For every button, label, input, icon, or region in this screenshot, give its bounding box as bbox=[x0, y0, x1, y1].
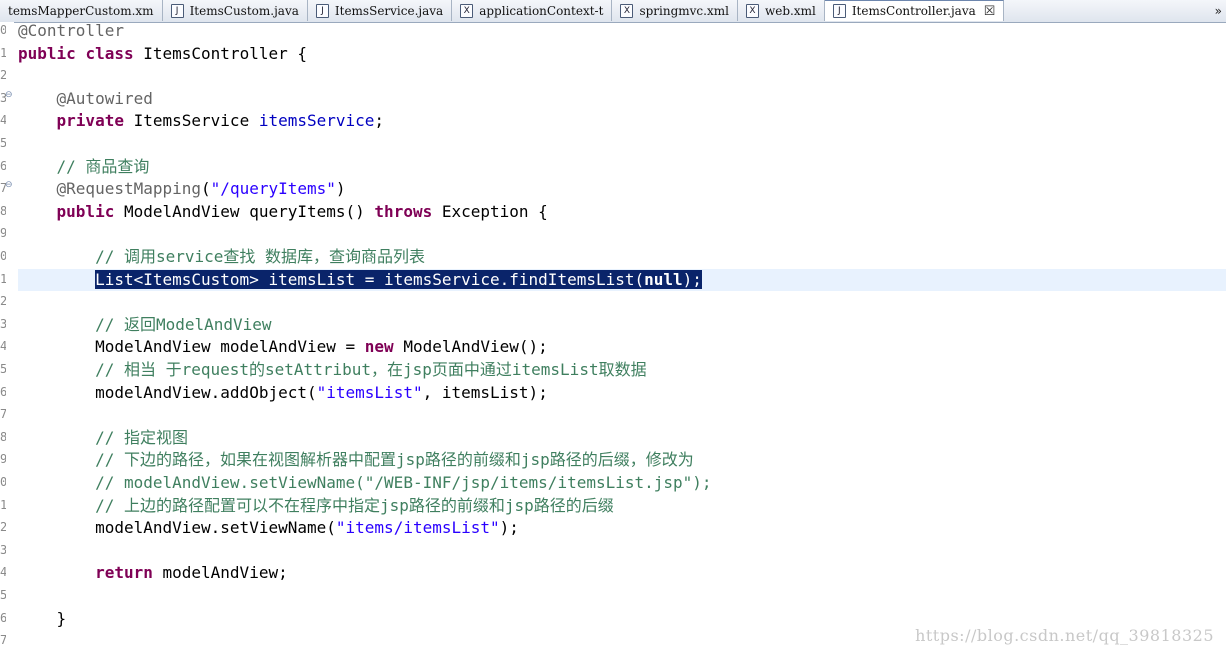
line-number-gutter: 0 1 2 3 4 5 6 7 8 9 0 1 2 3 4 5 6 7 8 9 … bbox=[0, 22, 14, 655]
close-tab-icon[interactable]: ☒ bbox=[984, 4, 996, 19]
line-number: 1 bbox=[0, 497, 6, 512]
line-number: 8 bbox=[0, 429, 6, 444]
code-line: // 相当 于request的setAttribut，在jsp页面中通过item… bbox=[95, 360, 647, 379]
tab-items-custom-java[interactable]: J ItemsCustom.java bbox=[163, 0, 308, 21]
tab-label: ItemsService.java bbox=[334, 3, 444, 18]
line-number: 5 bbox=[0, 362, 6, 376]
line-number: 0 bbox=[0, 23, 6, 37]
tab-items-service-java[interactable]: J ItemsService.java bbox=[308, 0, 453, 21]
line-number: 4 bbox=[0, 339, 6, 354]
tab-web-xml[interactable]: Xweb.xml bbox=[738, 0, 825, 21]
tab-label: springmvc.xml bbox=[639, 3, 729, 18]
fold-collapse-icon[interactable]: ⊖ bbox=[5, 90, 13, 100]
tab-overflow-chevron-icon[interactable]: » bbox=[1211, 4, 1226, 18]
line-number: 7 bbox=[0, 633, 6, 648]
code-line: // 返回ModelAndView bbox=[95, 314, 272, 334]
line-number: 9 bbox=[0, 226, 6, 241]
code-line: // 调用service查找 数据库，查询商品列表 bbox=[95, 247, 426, 266]
line-number: 1 bbox=[0, 45, 6, 60]
java-file-icon: J bbox=[315, 3, 329, 18]
xml-file-icon: X bbox=[460, 3, 474, 18]
line-number: 6 bbox=[0, 610, 6, 625]
tab-label: applicationContext-t bbox=[479, 3, 604, 18]
line-number: 4 bbox=[0, 113, 6, 128]
line-number: 5 bbox=[0, 588, 6, 602]
line-number: 8 bbox=[0, 203, 6, 218]
code-line: public ModelAndView queryItems() throws … bbox=[56, 201, 548, 221]
fold-collapse-icon[interactable]: ⊖ bbox=[5, 180, 13, 190]
line-number: 3 bbox=[0, 542, 6, 557]
tab-springmvc-xml[interactable]: Xspringmvc.xml bbox=[612, 0, 738, 21]
tab-label: ItemsCustom.java bbox=[189, 3, 299, 18]
code-line: @RequestMapping("/queryItems") bbox=[56, 179, 346, 199]
code-line: } bbox=[56, 608, 67, 628]
code-line: @Autowired bbox=[56, 88, 153, 108]
code-line: private ItemsService itemsService; bbox=[56, 111, 385, 131]
code-line: // modelAndView.setViewName("/WEB-INF/js… bbox=[95, 473, 712, 492]
code-line: // 指定视图 bbox=[95, 427, 188, 447]
tab-items-mapper-custom-xml[interactable]: temsMapperCustom.xm bbox=[0, 0, 163, 21]
code-line: modelAndView.setViewName("items/itemsLis… bbox=[95, 518, 519, 538]
tab-application-context[interactable]: XapplicationContext-t bbox=[452, 0, 613, 21]
code-line: return modelAndView; bbox=[95, 563, 288, 583]
tab-label: ItemsController.java bbox=[851, 4, 976, 18]
line-number: 2 bbox=[0, 68, 6, 83]
line-number: 5 bbox=[0, 136, 6, 150]
java-file-icon: J bbox=[170, 3, 184, 18]
selected-text: List<ItemsCustom> itemsList = itemsServi… bbox=[95, 269, 702, 289]
code-editor[interactable]: 0 1 2 3 4 5 6 7 8 9 0 1 2 3 4 5 6 7 8 9 … bbox=[0, 21, 1226, 655]
line-number: 6 bbox=[0, 384, 6, 399]
tab-items-controller-java[interactable]: J ItemsController.java ☒ bbox=[824, 0, 1005, 21]
line-number: 3 bbox=[0, 316, 6, 331]
line-number: 4 bbox=[0, 565, 6, 580]
code-line: ModelAndView modelAndView = new ModelAnd… bbox=[95, 337, 548, 357]
code-line-current: List<ItemsCustom> itemsList = itemsServi… bbox=[18, 268, 1226, 292]
tab-label: temsMapperCustom.xm bbox=[8, 3, 154, 18]
watermark: https://blog.csdn.net/qq_39818325 bbox=[915, 626, 1214, 645]
editor-tab-bar: temsMapperCustom.xm J ItemsCustom.java JI… bbox=[0, 0, 1226, 23]
xml-file-icon: X bbox=[620, 3, 634, 18]
code-line: // 上边的路径配置可以不在程序中指定jsp路径的前缀和jsp路径的后缀 bbox=[95, 495, 614, 515]
code-line: modelAndView.addObject("itemsList", item… bbox=[95, 382, 548, 402]
xml-file-icon: X bbox=[745, 3, 759, 18]
code-line: @Controller bbox=[18, 21, 124, 40]
line-number: 9 bbox=[0, 452, 6, 467]
line-number: 0 bbox=[0, 475, 6, 489]
line-number: 2 bbox=[0, 520, 6, 535]
line-number: 0 bbox=[0, 249, 6, 263]
code-line: public class ItemsController { bbox=[18, 43, 307, 63]
line-number: 6 bbox=[0, 158, 6, 173]
code-line: // 下边的路径，如果在视图解析器中配置jsp路径的前缀和jsp路径的后缀，修改… bbox=[95, 450, 694, 470]
code-line: // 商品查询 bbox=[56, 156, 150, 176]
java-file-icon: J bbox=[832, 4, 846, 18]
tab-label: web.xml bbox=[764, 3, 816, 18]
line-number: 2 bbox=[0, 294, 6, 309]
line-number: 7 bbox=[0, 407, 6, 422]
line-number: 1 bbox=[0, 271, 6, 286]
